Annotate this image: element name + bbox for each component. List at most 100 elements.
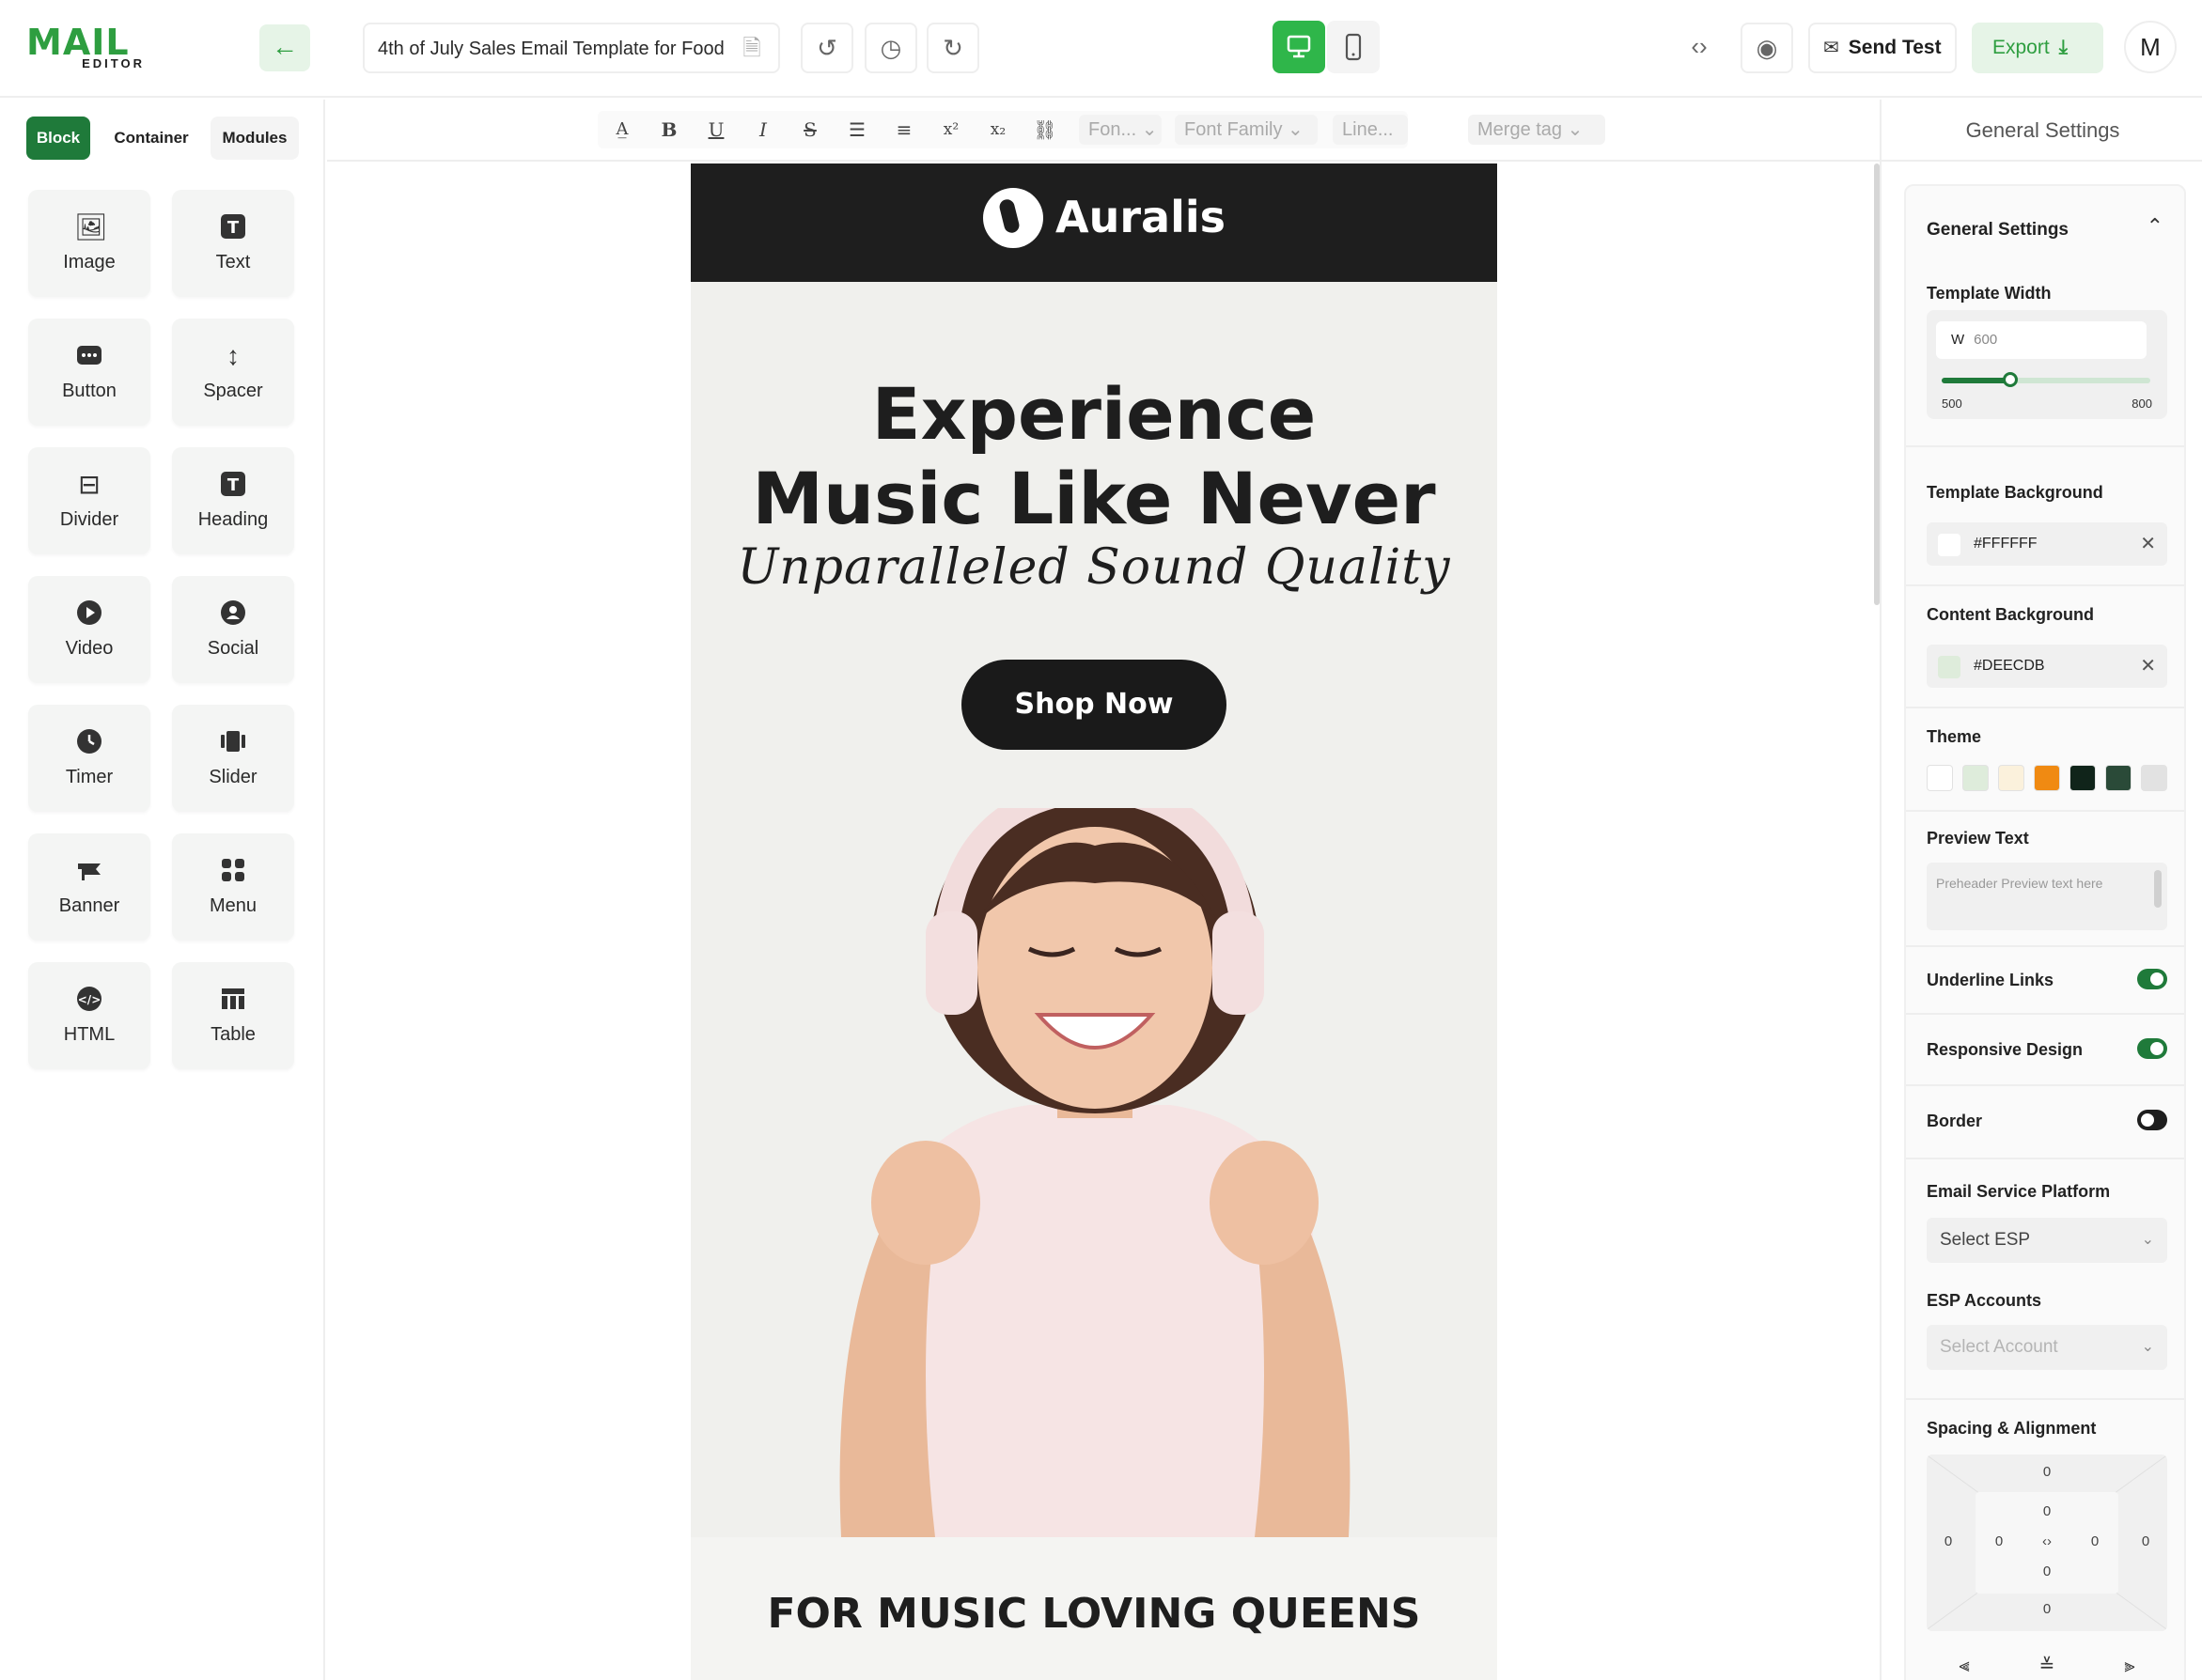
theme-swatch[interactable] [2105, 765, 2132, 791]
font-size-select[interactable]: Fon... ⌄ [1079, 115, 1162, 145]
underline-links-toggle[interactable] [2137, 969, 2167, 989]
margin-bottom-value[interactable]: 0 [2033, 1601, 2061, 1617]
slider-max: 800 [2132, 397, 2152, 411]
block-heading[interactable]: T Heading [172, 447, 294, 554]
chevron-up-icon[interactable]: ⌃ [2147, 214, 2163, 239]
template-width-slider[interactable] [1942, 372, 2150, 387]
slider-handle[interactable] [2003, 372, 2019, 387]
block-table[interactable]: Table [172, 962, 294, 1069]
export-button[interactable]: Export ⤓ [1972, 23, 2103, 73]
clear-icon[interactable]: ✕ [2140, 645, 2156, 688]
hero-section[interactable]: Experience Music Like Never Unparalleled… [691, 282, 1497, 1537]
document-title-field[interactable]: 🗎 [363, 23, 780, 73]
strikethrough-icon[interactable]: S [791, 111, 829, 148]
block-timer[interactable]: Timer [28, 705, 150, 812]
underline-icon[interactable]: U [697, 111, 735, 148]
margin-right-value[interactable]: 0 [2132, 1533, 2160, 1549]
link-icon[interactable]: ⛓ [1026, 111, 1064, 148]
link-spacing-icon[interactable]: ‹› [2033, 1533, 2061, 1549]
hero-woman-headphones-image[interactable] [775, 808, 1414, 1537]
preview-text-scrollbar[interactable] [2154, 870, 2162, 908]
user-avatar[interactable]: M [2124, 21, 2177, 73]
code-view-icon[interactable]: ‹› [1673, 23, 1726, 73]
merge-tag-select[interactable]: Merge tag ⌄ [1468, 115, 1605, 145]
font-family-select[interactable]: Font Family ⌄ [1175, 115, 1318, 145]
block-slider[interactable]: Slider [172, 705, 294, 812]
align-left-icon[interactable]: ⫷ [1945, 1652, 1983, 1680]
preview-eye-icon[interactable]: ◉ [1741, 23, 1793, 73]
undo-icon[interactable]: ↺ [801, 23, 853, 73]
template-width-input[interactable]: W 600 [1936, 321, 2147, 359]
divider [1906, 445, 2184, 447]
bullet-list-icon[interactable]: ☰ [838, 111, 876, 148]
margin-top-value[interactable]: 0 [2033, 1464, 2061, 1480]
back-arrow-icon[interactable]: ← [259, 24, 310, 71]
document-title-input[interactable] [378, 36, 735, 62]
email-header[interactable]: Auralis [691, 163, 1497, 282]
chevron-down-icon: ⌄ [2141, 1232, 2154, 1248]
block-html[interactable]: </> HTML [28, 962, 150, 1069]
theme-swatch[interactable] [2141, 765, 2167, 791]
history-icon[interactable]: ◷ [865, 23, 917, 73]
padding-right-value[interactable]: 0 [2081, 1533, 2109, 1549]
template-background-label: Template Background [1927, 483, 2103, 502]
block-button[interactable]: Button [28, 319, 150, 426]
block-spacer[interactable]: ↕ Spacer [172, 319, 294, 426]
preview-text-input[interactable]: Preheader Preview text here [1927, 863, 2167, 930]
margin-left-value[interactable]: 0 [1934, 1533, 1962, 1549]
italic-icon[interactable]: I [744, 111, 782, 148]
block-image[interactable]: 🖼 Image [28, 190, 150, 297]
theme-swatch[interactable] [1927, 765, 1953, 791]
redo-icon[interactable]: ↻ [927, 23, 979, 73]
clear-icon[interactable]: ✕ [2140, 522, 2156, 566]
theme-swatch[interactable] [2069, 765, 2096, 791]
block-social[interactable]: Social [172, 576, 294, 683]
block-menu[interactable]: Menu [172, 833, 294, 941]
block-text[interactable]: T Text [172, 190, 294, 297]
divider [1906, 1013, 2184, 1015]
block-banner[interactable]: Banner [28, 833, 150, 941]
align-right-icon[interactable]: ⫸ [2111, 1652, 2148, 1680]
block-video[interactable]: Video [28, 576, 150, 683]
image-icon: 🖼 [74, 212, 108, 241]
subscript-icon[interactable]: x₂ [979, 111, 1017, 148]
mobile-view-icon[interactable] [1327, 21, 1380, 73]
divider [1906, 1398, 2184, 1400]
shop-now-button[interactable]: Shop Now [961, 660, 1226, 750]
text-format-bar: A̲ B U I S ☰ ≡ x² x₂ ⛓ Fon... ⌄ Font Fam… [327, 100, 1880, 162]
padding-bottom-value[interactable]: 0 [2033, 1563, 2061, 1579]
theme-swatch[interactable] [2034, 765, 2060, 791]
superscript-icon[interactable]: x² [932, 111, 970, 148]
save-file-icon[interactable]: 🗎 [739, 36, 765, 62]
tab-container[interactable]: Container [103, 117, 199, 160]
padding-top-value[interactable]: 0 [2033, 1503, 2061, 1519]
align-center-icon[interactable]: ≚ [2028, 1652, 2066, 1680]
video-icon [74, 599, 104, 629]
tab-modules[interactable]: Modules [211, 117, 299, 160]
esp-account-select[interactable]: Select Account ⌄ [1927, 1325, 2167, 1370]
theme-swatch[interactable] [1962, 765, 1989, 791]
esp-select[interactable]: Select ESP ⌄ [1927, 1218, 2167, 1263]
block-divider[interactable]: ⊟ Divider [28, 447, 150, 554]
theme-swatch[interactable] [1998, 765, 2024, 791]
color-swatch[interactable] [1938, 534, 1960, 556]
padding-left-value[interactable]: 0 [1985, 1533, 2013, 1549]
text-icon: T [218, 212, 248, 242]
template-background-field[interactable]: #FFFFFF ✕ [1927, 522, 2167, 566]
section-music-queens[interactable]: FOR MUSIC LOVING QUEENS [691, 1537, 1497, 1680]
content-background-label: Content Background [1927, 605, 2094, 624]
tab-block[interactable]: Block [26, 117, 90, 160]
hero-tagline[interactable]: Unparalleled Sound Quality [691, 539, 1497, 596]
bold-icon[interactable]: B [650, 111, 688, 148]
color-swatch[interactable] [1938, 656, 1960, 678]
text-color-icon[interactable]: A̲ [603, 111, 641, 148]
border-toggle[interactable] [2137, 1110, 2167, 1130]
hero-headline[interactable]: Experience Music Like Never [691, 372, 1497, 541]
line-height-select[interactable]: Line... [1333, 115, 1408, 145]
send-test-button[interactable]: ✉ Send Test [1808, 23, 1957, 73]
preview-text-label: Preview Text [1927, 829, 2029, 848]
numbered-list-icon[interactable]: ≡ [885, 111, 923, 148]
content-background-field[interactable]: #DEECDB ✕ [1927, 645, 2167, 688]
desktop-view-icon[interactable] [1273, 21, 1325, 73]
responsive-design-toggle[interactable] [2137, 1038, 2167, 1059]
